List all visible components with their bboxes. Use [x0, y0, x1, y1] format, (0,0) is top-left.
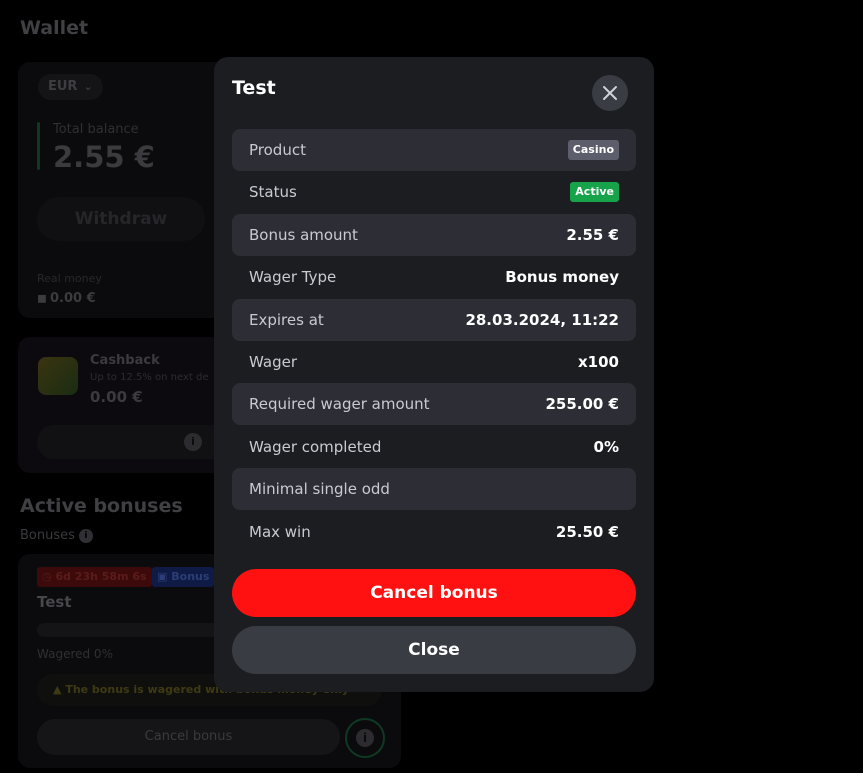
close-button[interactable]: Close	[232, 626, 636, 674]
detail-row-max-win: Max win 25.50 €	[232, 511, 636, 553]
bonus-details-list: Product Casino Status Active Bonus amoun…	[232, 129, 636, 553]
timer-text: 6d 23h 58m 6s	[55, 570, 147, 583]
detail-label: Status	[249, 183, 297, 202]
close-icon	[603, 86, 617, 100]
detail-value: 28.03.2024, 11:22	[465, 310, 619, 329]
info-icon: i	[184, 433, 202, 451]
currency-selector[interactable]: EUR ⌄	[38, 74, 103, 100]
detail-row-wager-type: Wager Type Bonus money	[232, 256, 636, 298]
clock-icon: ◷	[42, 570, 52, 583]
modal-title: Test	[232, 77, 276, 99]
detail-value: 2.55 €	[566, 225, 619, 244]
bonus-info-button[interactable]: i	[345, 718, 385, 758]
detail-label: Wager Type	[249, 268, 337, 287]
cancel-bonus-button[interactable]: Cancel bonus	[232, 569, 636, 617]
status-badge: Active	[570, 182, 619, 203]
cashback-value: 0.00 €	[90, 388, 143, 406]
detail-value: 0%	[593, 437, 619, 456]
detail-label: Max win	[249, 522, 311, 541]
detail-label: Wager completed	[249, 437, 382, 456]
detail-value: x100	[578, 352, 619, 371]
detail-label: Minimal single odd	[249, 480, 390, 499]
cashback-title: Cashback	[90, 353, 160, 368]
bonuses-label-row: Bonuses i	[20, 528, 93, 543]
detail-label: Required wager amount	[249, 395, 430, 414]
bonus-type-text: Bonus	[171, 570, 210, 583]
detail-row-minimal-odd: Minimal single odd	[232, 468, 636, 511]
real-money-label: Real money	[37, 272, 102, 285]
detail-value: 25.50 €	[555, 522, 619, 541]
detail-label: Bonus amount	[249, 225, 358, 244]
gift-icon: ▣	[157, 570, 168, 583]
detail-value: 255.00 €	[545, 395, 619, 414]
chevron-down-icon: ⌄	[83, 80, 93, 93]
detail-row-bonus-amount: Bonus amount 2.55 €	[232, 213, 636, 256]
close-modal-button[interactable]	[592, 75, 628, 111]
detail-row-wager: Wager x100	[232, 341, 636, 383]
product-badge: Casino	[567, 140, 619, 160]
wagered-text: Wagered 0%	[37, 647, 113, 661]
detail-label: Product	[249, 141, 306, 159]
bonuses-label: Bonuses	[20, 528, 75, 543]
cashback-image	[38, 357, 78, 395]
detail-row-expires-at: Expires at 28.03.2024, 11:22	[232, 298, 636, 341]
bonus-details-modal: Test Product Casino Status Active Bonus …	[214, 57, 654, 692]
real-money-value: 0.00 €	[49, 291, 96, 306]
detail-row-status: Status Active	[232, 171, 636, 213]
active-bonuses-title: Active bonuses	[20, 495, 183, 517]
detail-value: Bonus money	[505, 268, 619, 287]
total-balance-value: 2.55 €	[53, 140, 155, 174]
info-icon: i	[356, 729, 374, 747]
page-title: Wallet	[20, 17, 89, 39]
money-icon: ◼	[37, 291, 47, 305]
withdraw-button[interactable]: Withdraw	[37, 197, 205, 241]
cancel-bonus-button-bg[interactable]: Cancel bonus	[37, 719, 340, 755]
detail-label: Wager	[249, 352, 297, 371]
real-money-value-row: ◼ 0.00 €	[37, 291, 96, 306]
currency-label: EUR	[48, 79, 78, 94]
detail-label: Expires at	[249, 310, 324, 329]
warning-icon: ▲	[53, 683, 62, 696]
total-balance-label: Total balance	[53, 122, 139, 137]
cashback-subtitle: Up to 12.5% on next de	[90, 372, 209, 383]
detail-row-required-wager: Required wager amount 255.00 €	[232, 383, 636, 426]
bonus-name: Test	[37, 593, 72, 611]
timer-badge: ◷ 6d 23h 58m 6s	[37, 567, 152, 587]
info-icon[interactable]: i	[78, 528, 93, 543]
detail-row-product: Product Casino	[232, 129, 636, 171]
bonus-type-badge: ▣ Bonus	[152, 567, 215, 587]
detail-row-wager-completed: Wager completed 0%	[232, 426, 636, 468]
balance-accent-bar	[37, 122, 40, 170]
